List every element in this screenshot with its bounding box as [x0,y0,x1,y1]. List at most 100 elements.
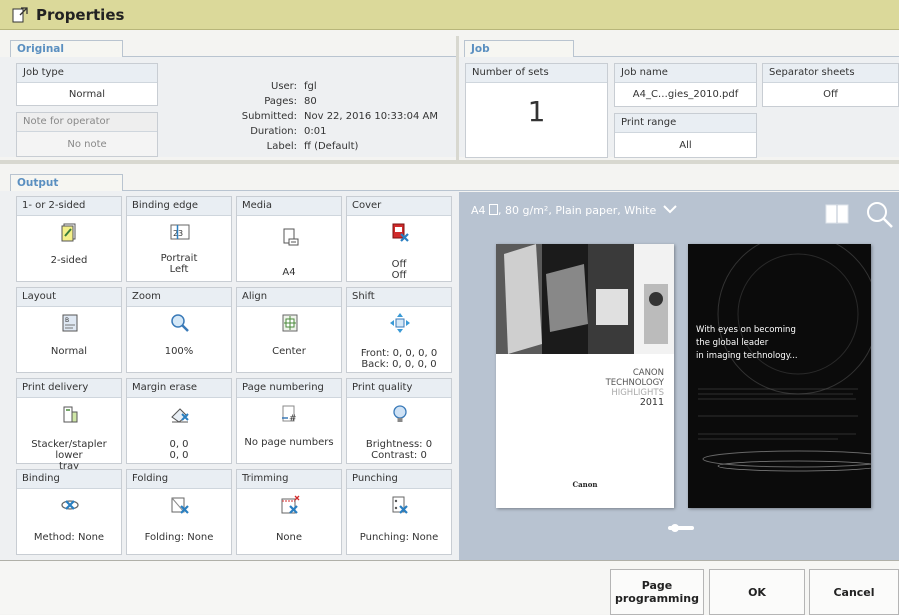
back-cover-text: With eyes on becoming the global leader … [696,324,798,363]
number-of-sets-label: Number of sets [466,64,607,83]
number-of-sets-field[interactable]: Number of sets 1 [465,63,608,158]
title-bar: Properties [0,0,899,30]
page-numbering-setting[interactable]: Page numbering # No page numbers [236,378,342,464]
preview-page-front: CANON TECHNOLOGY HIGHLIGHTS 2011 Canon [496,244,674,508]
one-or-two-sided-setting[interactable]: 1- or 2-sided 2-sided [16,196,122,282]
properties-icon [12,6,28,22]
cell-line: A4 [282,267,296,278]
tab-output[interactable]: Output [10,174,123,191]
binding-edge-setting[interactable]: Binding edge 2 3 Portrait Left [126,196,232,282]
cell-line: Normal [50,346,88,357]
page-icon [489,204,499,215]
note-value: No note [67,139,107,150]
svg-text:B: B [65,317,69,324]
media-setting[interactable]: Media A4 [236,196,342,282]
print-range-label: Print range [615,114,756,133]
tab-original[interactable]: Original [10,40,123,57]
print-range-value: All [679,140,692,151]
page-slider-handle[interactable] [667,522,695,534]
shift-setting[interactable]: Shift Front: 0, 0, 0, 0 Back: 0, 0, 0, 0 [346,287,452,373]
folding-setting[interactable]: Folding Folding: None [126,469,232,555]
cell-title: Zoom [127,288,231,307]
job-name-field[interactable]: Job name A4_C…gies_2010.pdf [614,63,757,107]
zoom-setting[interactable]: Zoom 100% [126,287,232,373]
cell-line: Stacker/stapler lower [31,439,107,461]
cover-title: CANON TECHNOLOGY HIGHLIGHTS 2011 [606,368,664,408]
layout-icon: B [62,314,78,332]
cell-title: Punching [347,470,451,489]
cell-line: Back: 0, 0, 0, 0 [361,359,437,370]
info-value-submitted: Nov 22, 2016 10:33:04 AM [304,111,438,122]
cell-line: 0, 0 [169,450,189,461]
cover-setting[interactable]: Cover Off Off [346,196,452,282]
cover-icon [392,223,409,242]
cell-title: Layout [17,288,121,307]
print-range-field[interactable]: Print range All [614,113,757,158]
trimming-setting[interactable]: Trimming None [236,469,342,555]
print-quality-setting[interactable]: Print quality Brightness: 0 Contrast: 0 [346,378,452,464]
page-programming-button[interactable]: Page programming [610,569,704,615]
cell-title: Folding [127,470,231,489]
info-key-pages: Pages: [264,96,297,107]
cell-title: Print quality [347,379,451,398]
document-preview: A4 , 80 g/m², Plain paper, White CANON T… [459,192,899,560]
separator-sheets-field[interactable]: Separator sheets Off [762,63,899,107]
binding-setting[interactable]: Binding Method: None [16,469,122,555]
cell-line: Brightness: 0 [365,439,433,450]
align-setting[interactable]: Align Center [236,287,342,373]
chevron-down-icon[interactable] [663,204,677,214]
footer-bar: Page programming OK Cancel [0,560,899,615]
window-title: Properties [36,5,125,24]
eraser-icon [171,408,189,423]
zoom-search-icon[interactable] [865,200,895,230]
duplex-icon [61,223,76,242]
print-delivery-setting[interactable]: Print delivery Stacker/stapler lower tra… [16,378,122,472]
ok-button[interactable]: OK [709,569,805,615]
binding-icon [61,500,79,510]
page-view-icon[interactable] [825,204,849,224]
page-number-icon: # [282,405,297,424]
lightbulb-icon [393,405,407,422]
cell-line: Method: None [33,532,105,543]
media-detail: , 80 g/m², Plain paper, White [498,204,657,217]
back-line: the global leader [696,338,769,348]
punching-icon [392,496,408,514]
back-cover-graphic [698,244,871,472]
separator-sheets-label: Separator sheets [763,64,898,83]
trimming-icon [281,495,300,514]
cell-line: None [275,532,303,543]
cell-line: Punching: None [359,532,439,543]
binding-edge-icon: 2 3 [170,224,190,240]
info-value-pages: 80 [304,96,317,107]
cancel-button[interactable]: Cancel [809,569,899,615]
media-summary[interactable]: A4 , 80 g/m², Plain paper, White [471,204,677,217]
cell-title: Cover [347,197,451,216]
cell-title: Align [237,288,341,307]
cell-line: Front: 0, 0, 0, 0 [360,348,438,359]
cover-photo [496,244,674,354]
margin-erase-setting[interactable]: Margin erase 0, 0 0, 0 [126,378,232,464]
info-key-submitted: Submitted: [241,111,297,122]
cell-line: Portrait [160,253,198,264]
svg-text:#: # [289,414,297,424]
job-type-label: Job type [17,64,157,83]
align-icon [282,314,298,332]
cell-title: Shift [347,288,451,307]
job-info: User: fgl Pages: 80 Submitted: Nov 22, 2… [180,79,450,159]
punching-setting[interactable]: Punching Punching: None [346,469,452,555]
back-line: in imaging technology... [696,351,798,361]
job-type-value: Normal [68,89,106,100]
media-icon [283,228,299,246]
job-name-value: A4_C…gies_2010.pdf [632,89,739,100]
note-label: Note for operator [17,113,157,132]
number-of-sets-value: 1 [527,95,546,128]
layout-setting[interactable]: Layout B Normal [16,287,122,373]
tab-job[interactable]: Job [464,40,574,57]
cell-line: No page numbers [244,437,334,448]
job-type-field[interactable]: Job type Normal [16,63,158,106]
note-for-operator-field[interactable]: Note for operator No note [16,112,158,157]
shift-icon [390,313,410,333]
cell-title: Margin erase [127,379,231,398]
cell-title: Page numbering [237,379,341,398]
cell-line: Folding: None [144,532,214,543]
